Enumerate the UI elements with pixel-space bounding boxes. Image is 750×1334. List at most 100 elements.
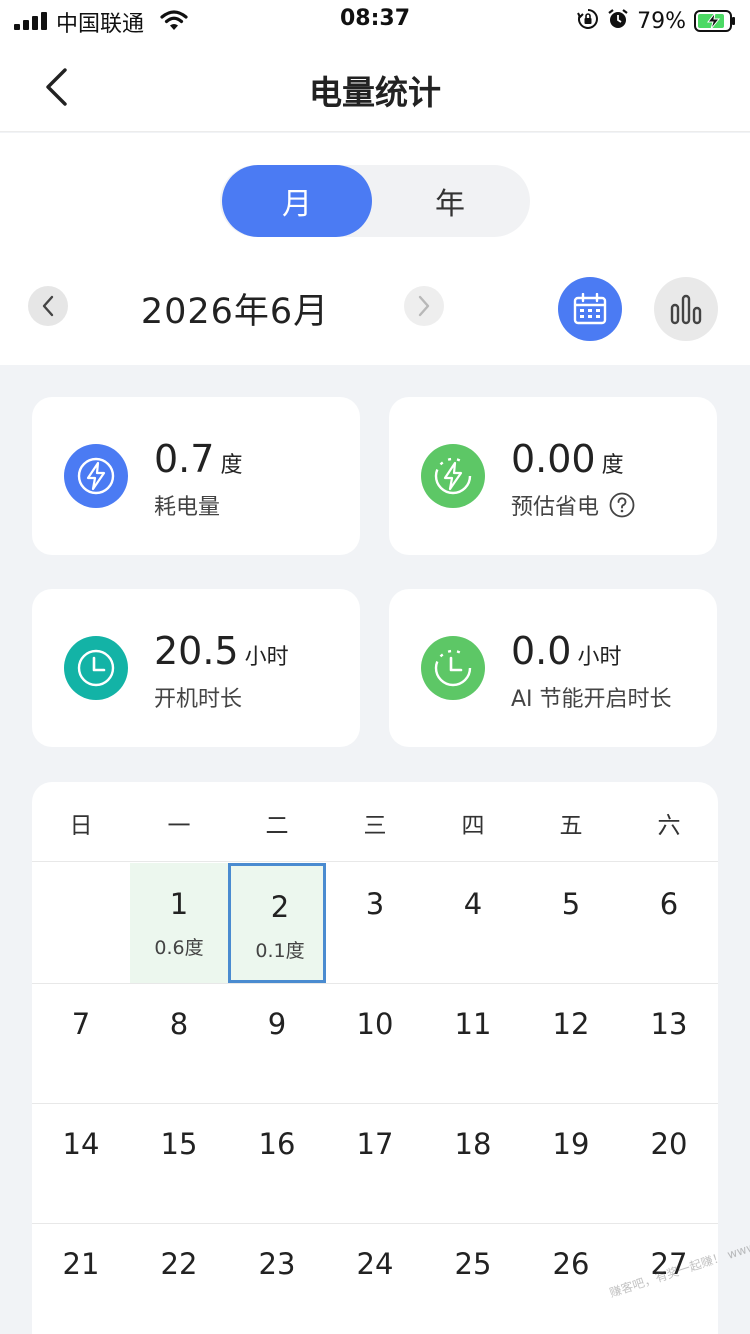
calendar-day-13[interactable]: 13 [620,983,718,1103]
day-number: 11 [454,1007,492,1041]
calendar-day-19[interactable]: 19 [522,1103,620,1223]
orientation-lock-icon [577,8,599,34]
cellular-signal-icon [14,12,50,30]
energy-unit: 度 [220,453,243,478]
stat-value-group: 0.00 度 [511,437,624,481]
status-bar: 中国联通 08:37 79% [0,0,750,42]
question-circle-icon[interactable] [609,492,635,518]
calendar-day-22[interactable]: 22 [130,1223,228,1334]
battery-charging-icon [694,10,736,32]
weekday-header: 日 一 二 三 四 五 六 [32,782,718,862]
day-number: 16 [258,1127,296,1161]
calendar-day-18[interactable]: 18 [424,1103,522,1223]
calendar-day-26[interactable]: 26 [522,1223,620,1334]
calendar-day-5[interactable]: 5 [522,863,620,983]
calendar-day-20[interactable]: 20 [620,1103,718,1223]
day-number: 17 [356,1127,394,1161]
ai-runtime-unit: 小时 [577,645,622,670]
calendar-day-11[interactable]: 11 [424,983,522,1103]
calendar-day-6[interactable]: 6 [620,863,718,983]
clock-icon [64,636,128,700]
calendar-icon [573,293,607,325]
day-number: 15 [160,1127,198,1161]
lightning-dashed-icon [421,444,485,508]
day-number: 21 [62,1247,100,1281]
weekday-label: 四 [461,813,485,839]
chevron-left-icon [42,295,54,317]
lightning-icon [64,444,128,508]
wifi-icon [160,8,188,32]
runtime-unit: 小时 [244,645,289,670]
day-number: 23 [258,1247,296,1281]
calendar-day-8[interactable]: 8 [130,983,228,1103]
clock-dashed-icon [421,636,485,700]
calendar-view-button[interactable] [558,277,622,341]
next-period-button[interactable] [404,286,444,326]
calendar-day-25[interactable]: 25 [424,1223,522,1334]
calendar-day-7[interactable]: 7 [32,983,130,1103]
calendar-day-15[interactable]: 15 [130,1103,228,1223]
calendar-day-2[interactable]: 2 0.1度 [228,863,326,983]
tab-month[interactable]: 月 [222,165,372,237]
day-energy-value: 0.1度 [255,940,305,962]
calendar-day-4[interactable]: 4 [424,863,522,983]
runtime-value: 20.5 [154,629,239,673]
runtime-label-text: 开机时长 [154,687,243,712]
day-number: 5 [561,887,581,921]
day-number: 10 [356,1007,394,1041]
carrier-label: 中国联通 [56,12,145,37]
page-title: 电量统计 [309,73,441,112]
calendar-day-12[interactable]: 12 [522,983,620,1103]
previous-period-button[interactable] [28,286,68,326]
calendar-day-9[interactable]: 9 [228,983,326,1103]
day-number: 9 [267,1007,287,1041]
battery-percent: 79% [637,8,686,34]
calendar-day-10[interactable]: 10 [326,983,424,1103]
stat-value-group: 0.7 度 [154,437,242,481]
stat-card-runtime: 20.5 小时 开机时长 [32,589,360,747]
runtime-label: 开机时长 [154,681,242,713]
day-number: 14 [62,1127,100,1161]
status-right-group: 79% [577,6,736,36]
energy-value: 0.7 [154,437,215,481]
calendar-day-23[interactable]: 23 [228,1223,326,1334]
chart-view-button[interactable] [654,277,718,341]
stat-card-saved: 0.00 度 预估省电 [389,397,717,555]
day-number: 7 [71,1007,91,1041]
day-number: 3 [365,887,385,921]
weekday-label: 三 [363,813,387,839]
weekday-label: 一 [167,813,191,839]
day-number: 24 [356,1247,394,1281]
ai-runtime-label-text: AI 节能开启时长 [511,687,672,712]
saved-label: 预估省电 [511,489,635,521]
day-number: 6 [659,887,679,921]
calendar-day-21[interactable]: 21 [32,1223,130,1334]
tab-year[interactable]: 年 [375,165,525,237]
calendar-day-16[interactable]: 16 [228,1103,326,1223]
back-button[interactable] [34,62,78,112]
weekday-label: 日 [69,813,93,839]
weekday-label: 六 [657,813,681,839]
day-number: 25 [454,1247,492,1281]
energy-label-text: 耗电量 [154,495,221,520]
stat-card-energy: 0.7 度 耗电量 [32,397,360,555]
saved-label-text: 预估省电 [511,495,600,520]
calendar-day-24[interactable]: 24 [326,1223,424,1334]
ai-runtime-value: 0.0 [511,629,572,673]
day-number: 8 [169,1007,189,1041]
ai-runtime-label: AI 节能开启时长 [511,681,672,713]
nav-bar: 电量统计 [0,42,750,132]
calendar-day-17[interactable]: 17 [326,1103,424,1223]
day-number: 4 [463,887,483,921]
stat-value-group: 0.0 小时 [511,629,621,673]
calendar-day-3[interactable]: 3 [326,863,424,983]
chevron-right-icon [418,295,430,317]
day-number: 26 [552,1247,590,1281]
calendar-day-14[interactable]: 14 [32,1103,130,1223]
calendar-day-1[interactable]: 1 0.6度 [130,863,228,983]
energy-label: 耗电量 [154,489,220,521]
stat-card-ai-runtime: 0.0 小时 AI 节能开启时长 [389,589,717,747]
control-panel: 月 年 2026年6月 [0,133,750,365]
day-energy-value: 0.6度 [154,937,204,959]
day-number: 2 [270,890,290,924]
